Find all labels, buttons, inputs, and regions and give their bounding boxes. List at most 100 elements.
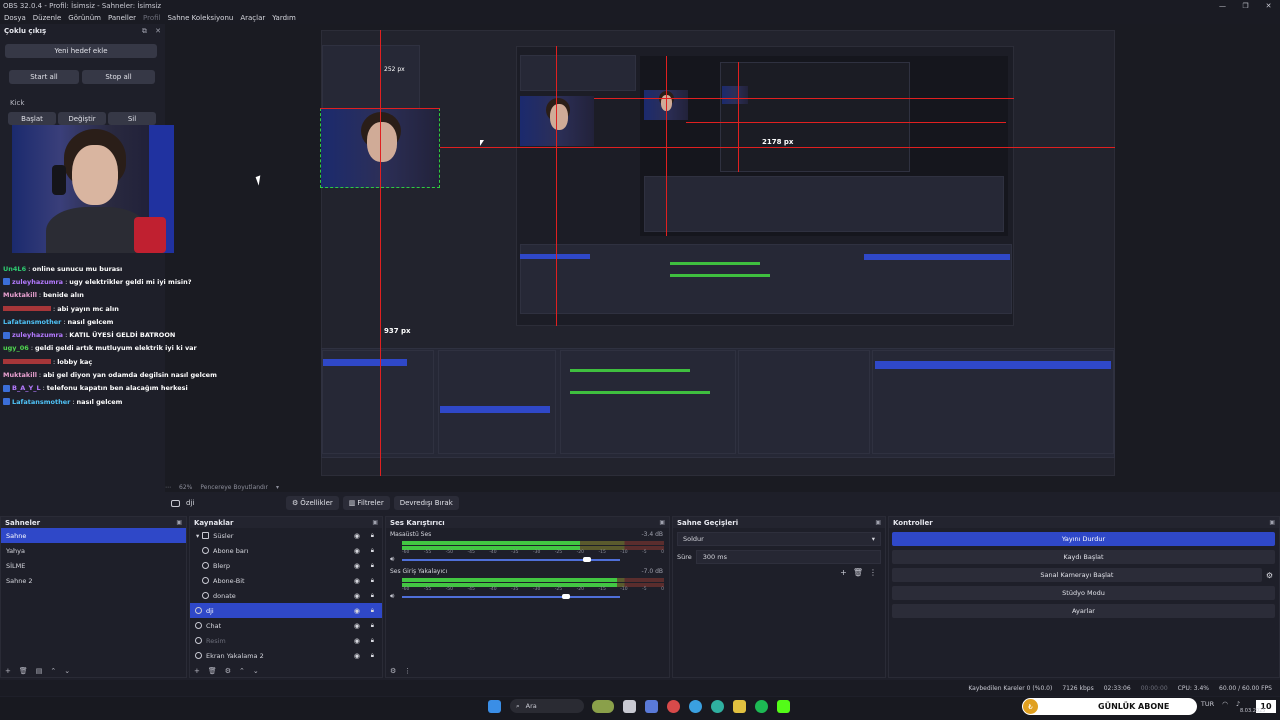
windows-start-icon[interactable] <box>488 699 501 713</box>
studio-mode-button[interactable]: Stüdyo Modu <box>892 586 1275 600</box>
source-item[interactable]: Chat ◉ 🔒︎ <box>190 618 382 633</box>
lock-icon[interactable]: 🔒︎ <box>371 607 374 615</box>
deactivate-button[interactable]: Devredışı Bırak <box>393 496 459 510</box>
duration-input[interactable]: 300 ms <box>695 550 881 564</box>
remove-source-button[interactable]: 🗑 <box>208 667 217 675</box>
menu-docks[interactable]: Paneller <box>108 14 136 22</box>
volume-icon[interactable]: ♪ <box>1236 700 1240 708</box>
lock-icon[interactable]: 🔒︎ <box>371 577 374 585</box>
source-item[interactable]: Resim ◉ 🔒︎ <box>190 633 382 648</box>
chat-username[interactable]: Lafatansmother <box>12 398 70 406</box>
scene-item[interactable]: Sahne 2 <box>1 573 186 588</box>
weather-widget-icon[interactable] <box>592 699 614 713</box>
chat-username[interactable]: B_A_Y_L <box>12 384 41 392</box>
wifi-icon[interactable]: ◠ <box>1222 700 1228 708</box>
start-virtual-camera-button[interactable]: Sanal Kamerayı Başlat <box>892 568 1262 582</box>
chat-username[interactable]: ugy_06 <box>3 344 29 352</box>
edge-icon[interactable] <box>711 699 724 713</box>
scene-up-button[interactable]: ⌃ <box>50 667 56 675</box>
source-item[interactable]: Ekran Yakalama 2 ◉ 🔒︎ <box>190 648 382 663</box>
source-item[interactable]: Abone-Bit ◉ 🔒︎ <box>190 573 382 588</box>
lock-icon[interactable]: 🔒︎ <box>371 562 374 570</box>
speaker-icon[interactable]: 🔊︎ <box>390 592 394 601</box>
chat-username[interactable] <box>3 359 51 365</box>
obs-app-icon[interactable] <box>667 699 680 713</box>
visibility-eye-icon[interactable]: ◉ <box>354 652 360 660</box>
stop-all-button[interactable]: Stop all <box>82 70 155 84</box>
add-source-button[interactable]: + <box>194 667 200 675</box>
chevron-down-icon[interactable]: ▾ <box>196 532 199 540</box>
source-item[interactable]: donate ◉ 🔒︎ <box>190 588 382 603</box>
lock-icon[interactable]: 🔒︎ <box>371 652 374 660</box>
visibility-eye-icon[interactable]: ◉ <box>354 637 360 645</box>
dock-menu-icon[interactable]: ▣ <box>659 519 665 526</box>
close-button[interactable]: ✕ <box>1257 0 1280 12</box>
chat-username[interactable]: zuleyhazumra <box>12 331 63 339</box>
tray-lang[interactable]: TUR <box>1201 700 1214 708</box>
menu-edit[interactable]: Düzenle <box>33 14 62 22</box>
lock-icon[interactable]: 🔒︎ <box>371 592 374 600</box>
visibility-eye-icon[interactable]: ◉ <box>354 592 360 600</box>
stop-stream-button[interactable]: Yayını Durdur <box>892 532 1275 546</box>
transition-select[interactable]: Soldur ▾ <box>677 532 881 546</box>
lock-icon[interactable]: 🔒︎ <box>371 637 374 645</box>
transition-menu-button[interactable]: ⋮ <box>869 568 877 577</box>
menu-tools[interactable]: Araçlar <box>240 14 265 22</box>
menu-profile[interactable]: Profil <box>143 14 160 22</box>
start-recording-button[interactable]: Kaydı Başlat <box>892 550 1275 564</box>
dock-menu-icon[interactable]: ▣ <box>176 519 182 526</box>
volume-slider-handle[interactable] <box>561 594 570 599</box>
remove-transition-button[interactable]: 🗑 <box>853 568 863 577</box>
source-item[interactable]: Abone barı ◉ 🔒︎ <box>190 543 382 558</box>
close-dock-icon[interactable]: ✕ <box>155 27 161 35</box>
chat-username[interactable]: Muktakill <box>3 371 37 379</box>
lock-icon[interactable]: 🔒︎ <box>371 532 374 540</box>
source-item[interactable]: Blerp ◉ 🔒︎ <box>190 558 382 573</box>
chat-username[interactable]: zuleyhazumra <box>12 278 63 286</box>
volume-slider-handle[interactable] <box>583 557 592 562</box>
dock-menu-icon[interactable]: ▣ <box>372 519 378 526</box>
dock-menu-icon[interactable]: ▣ <box>875 519 881 526</box>
source-item[interactable]: ▾ Süsler ◉ 🔒︎ <box>190 528 382 543</box>
target-edit-button[interactable]: Değiştir <box>58 112 106 125</box>
zoom-level[interactable]: 62% <box>179 484 192 491</box>
visibility-eye-icon[interactable]: ◉ <box>354 532 360 540</box>
minimize-button[interactable]: — <box>1211 0 1234 12</box>
mixer-settings-button[interactable]: ⚙ <box>390 667 396 675</box>
visibility-eye-icon[interactable]: ◉ <box>354 607 360 615</box>
scene-item[interactable]: Sahne <box>1 528 186 543</box>
volume-slider[interactable] <box>402 596 620 598</box>
mixer-menu-button[interactable]: ⋮ <box>404 667 411 675</box>
new-target-button[interactable]: Yeni hedef ekle <box>5 44 157 58</box>
visibility-eye-icon[interactable]: ◉ <box>354 622 360 630</box>
zoom-icon[interactable]: ⋯ <box>165 484 171 491</box>
visibility-eye-icon[interactable]: ◉ <box>354 577 360 585</box>
chat-username[interactable]: Muktakill <box>3 291 37 299</box>
add-transition-button[interactable]: + <box>840 568 847 577</box>
task-view-icon[interactable] <box>623 699 636 713</box>
lock-icon[interactable]: 🔒︎ <box>371 622 374 630</box>
visibility-eye-icon[interactable]: ◉ <box>354 562 360 570</box>
source-properties-button[interactable]: ⚙ <box>225 667 231 675</box>
gear-icon[interactable]: ⚙ <box>1266 571 1273 580</box>
chrome-icon[interactable] <box>689 699 702 713</box>
remove-scene-button[interactable]: 🗑 <box>19 667 28 675</box>
speaker-icon[interactable]: 🔊︎ <box>390 555 394 564</box>
fit-dropdown-icon[interactable]: ▾ <box>276 484 279 491</box>
menu-file[interactable]: Dosya <box>4 14 26 22</box>
fit-to-window[interactable]: Pencereye Boyutlandır <box>200 484 268 491</box>
source-up-button[interactable]: ⌃ <box>239 667 245 675</box>
lock-icon[interactable]: 🔒︎ <box>371 547 374 555</box>
file-explorer-icon[interactable] <box>733 699 746 713</box>
start-all-button[interactable]: Start all <box>9 70 79 84</box>
float-dock-icon[interactable]: ⧉ <box>142 27 147 35</box>
chat-username[interactable]: Un4L6 <box>3 265 26 273</box>
copilot-icon[interactable] <box>645 699 658 713</box>
chat-username[interactable]: Lafatansmother <box>3 318 61 326</box>
scene-item[interactable]: Yahya <box>1 543 186 558</box>
properties-button[interactable]: Özellikler <box>286 496 339 510</box>
menu-view[interactable]: Görünüm <box>68 14 101 22</box>
source-down-button[interactable]: ⌄ <box>253 667 259 675</box>
maximize-button[interactable]: ❐ <box>1234 0 1257 12</box>
kick-icon[interactable] <box>777 699 790 713</box>
